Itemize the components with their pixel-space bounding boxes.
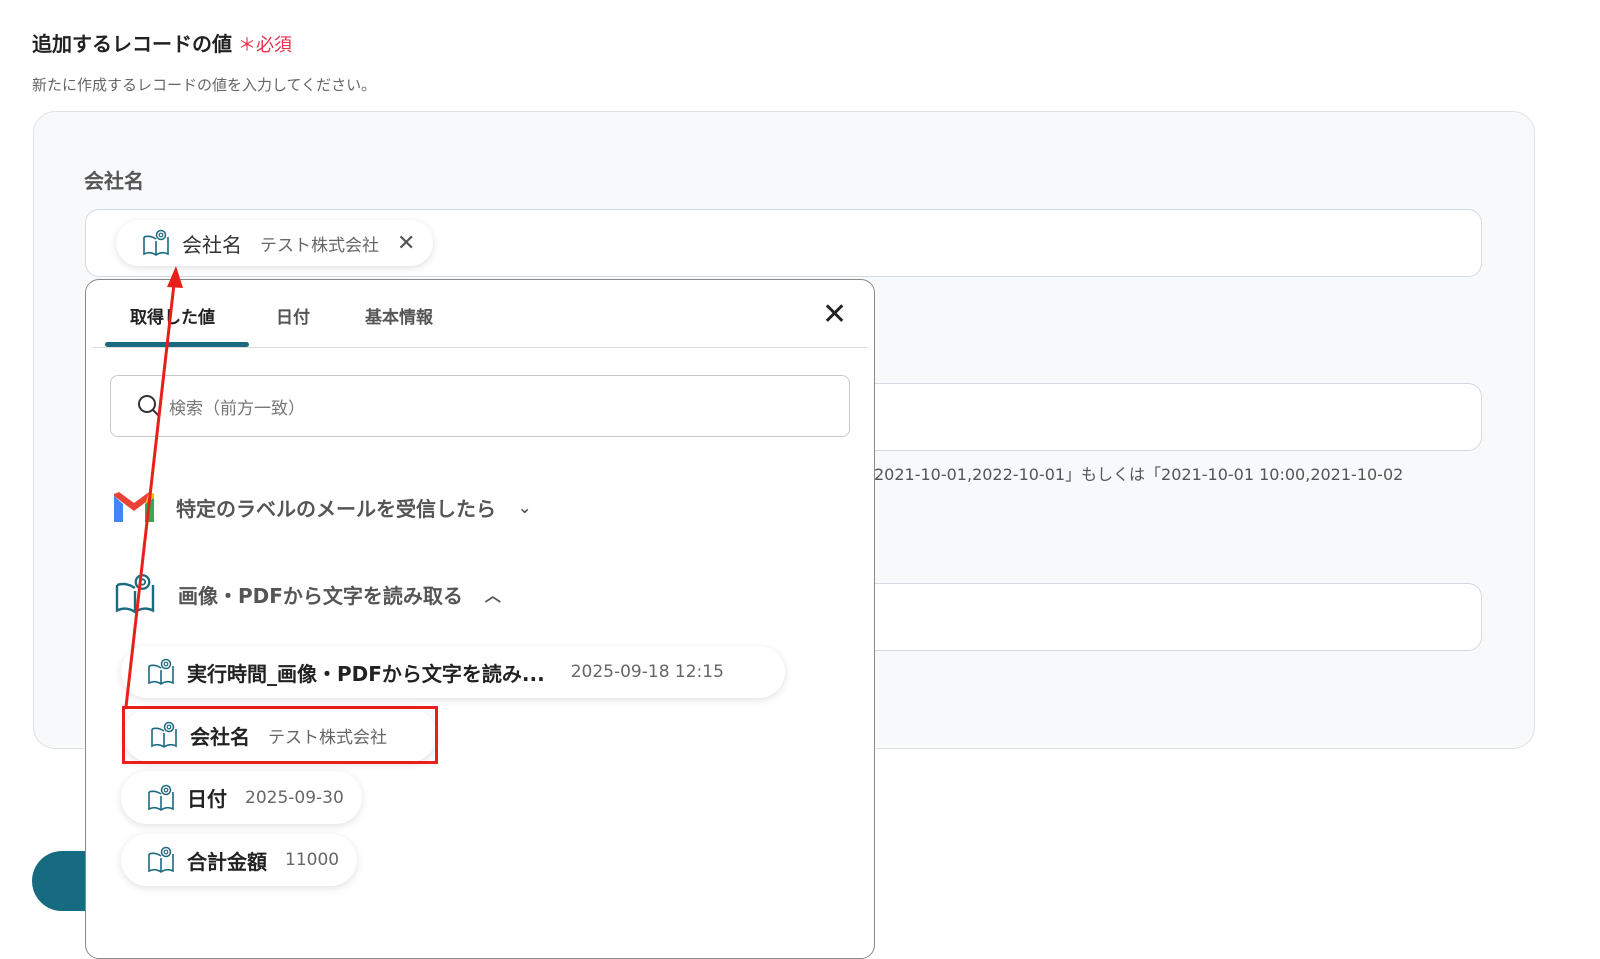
list-item[interactable]: 合計金額 11000 [121,834,358,886]
gmail-icon [114,492,154,522]
ocr-book-icon [147,846,175,874]
search-icon [138,395,160,417]
section-title: 追加するレコードの値 ＊必須 [32,32,292,56]
chevron-down-icon: ⌄ [518,497,532,517]
remove-chip-icon[interactable]: ✕ [397,231,415,256]
list-item[interactable]: 日付 2025-09-30 [121,771,362,824]
tab-divider [92,347,868,348]
ocr-book-icon [147,784,175,812]
submit-button[interactable] [32,851,92,911]
required-badge: ＊必須 [238,35,292,56]
ocr-book-icon [114,572,156,616]
highlight-box [122,706,438,764]
tab-retrieved-values[interactable]: 取得した値 [130,303,215,328]
tab-date[interactable]: 日付 [276,303,310,328]
tab-basic-info[interactable]: 基本情報 [365,303,433,328]
date-hint: 「2021-10-01,2022-10-01」もしくは「2021-10-01 1… [858,465,1404,484]
close-icon[interactable]: ✕ [822,300,847,330]
chevron-up-icon: ︿ [484,586,501,605]
field-label-company: 会社名 [84,169,144,193]
ocr-book-icon [142,229,170,257]
list-item[interactable]: 実行時間_画像・PDFから文字を読み... 2025-09-18 12:15 [121,646,785,698]
ocr-book-icon [147,658,175,686]
group-ocr[interactable]: 画像・PDFから文字を読み取る ︿ [114,572,501,616]
group-gmail-trigger[interactable]: 特定のラベルのメールを受信したら ⌄ [114,492,531,522]
section-description: 新たに作成するレコードの値を入力してください。 [32,76,377,94]
company-name-chip[interactable]: 会社名 テスト株式会社 ✕ [116,220,434,266]
search-input[interactable]: 検索（前方一致） [110,375,850,437]
